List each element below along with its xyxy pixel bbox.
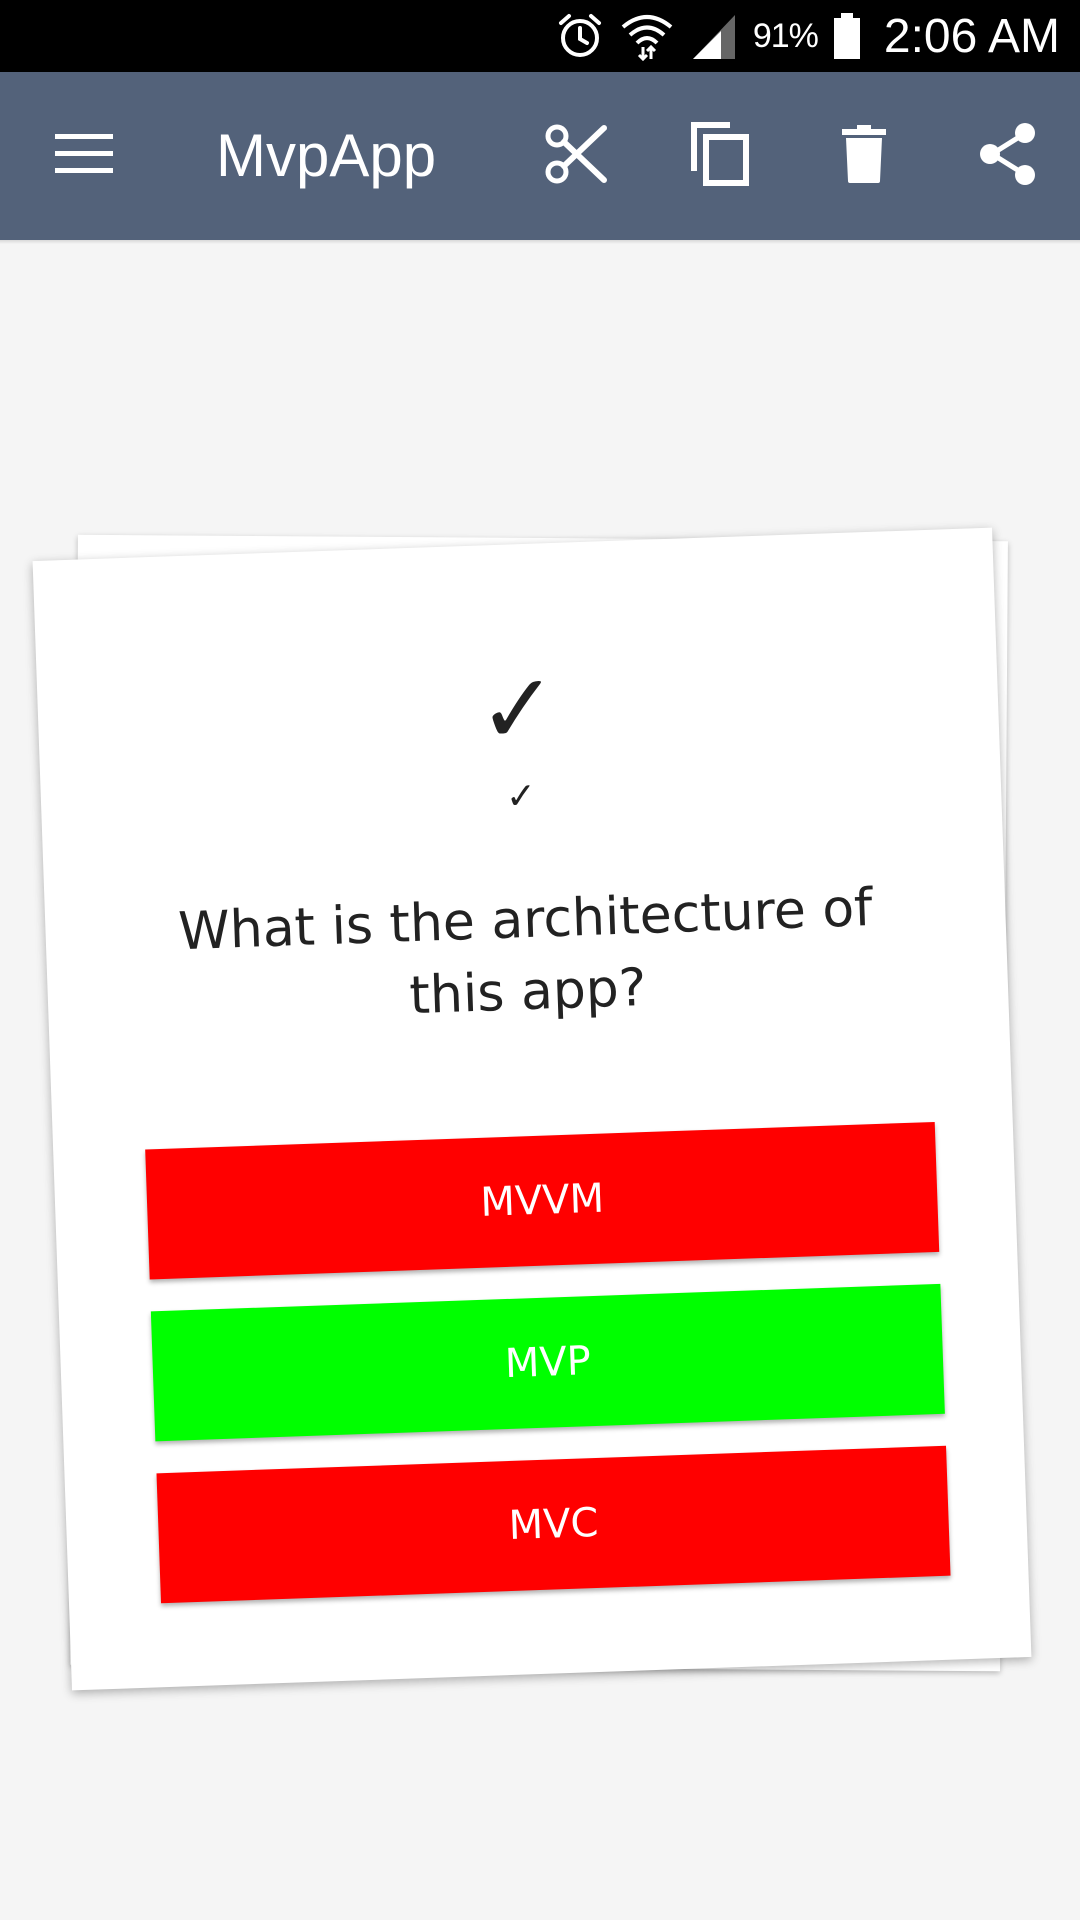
signal-icon	[689, 11, 739, 61]
answer-label: MVC	[507, 1499, 600, 1550]
battery-icon	[832, 11, 862, 61]
status-icons: 91% 2:06 AM	[555, 0, 1060, 72]
delete-button[interactable]	[804, 72, 924, 240]
answer-button-mvvm[interactable]: MVVM	[145, 1121, 940, 1280]
share-button[interactable]	[948, 72, 1068, 240]
question-text: What is the architecture of this app?	[177, 878, 874, 1027]
cut-button[interactable]	[516, 72, 636, 240]
copy-button[interactable]	[660, 72, 780, 240]
app-title: MvpApp	[216, 122, 437, 189]
menu-icon	[55, 133, 113, 179]
menu-button[interactable]	[24, 72, 144, 240]
delete-icon	[842, 124, 886, 188]
wifi-icon	[619, 11, 675, 61]
app-bar: MvpApp	[0, 72, 1080, 240]
app-bar-shadow	[0, 240, 1080, 244]
status-bar: 91% 2:06 AM	[0, 0, 1080, 72]
clock: 2:06 AM	[883, 9, 1060, 63]
check-mark-large: ✓	[475, 651, 561, 767]
answer-label: MVP	[504, 1338, 592, 1388]
answer-button-mvc[interactable]: MVC	[156, 1445, 951, 1604]
question-card: ✓ ✓ What is the architecture of this app…	[32, 527, 1032, 1691]
share-icon	[978, 122, 1038, 191]
cut-icon	[544, 122, 608, 191]
answer-label: MVVM	[479, 1175, 605, 1226]
battery-percent: 91%	[752, 16, 819, 55]
copy-icon	[690, 121, 750, 192]
alarm-icon	[555, 11, 605, 61]
answer-button-mvp[interactable]: MVP	[150, 1283, 945, 1442]
